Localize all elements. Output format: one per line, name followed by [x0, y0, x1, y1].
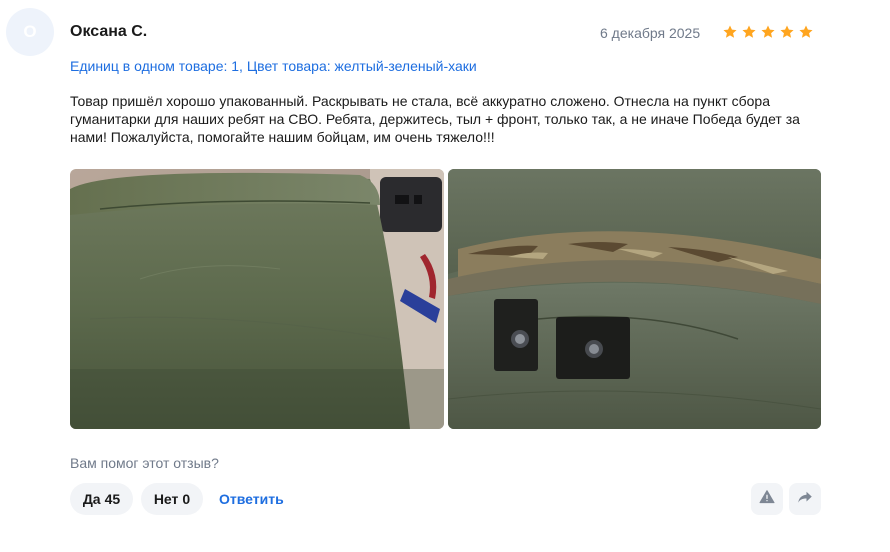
helpful-question: Вам помог этот отзыв?: [70, 455, 219, 471]
report-button[interactable]: [751, 483, 783, 515]
product-variant: Единиц в одном товаре: 1, Цвет товара: ж…: [70, 58, 477, 74]
star-icon: [779, 24, 795, 40]
star-icon: [741, 24, 757, 40]
vote-no-count: 0: [182, 491, 191, 507]
star-icon: [722, 24, 738, 40]
star-icon: [798, 24, 814, 40]
author-name[interactable]: Оксана С.: [70, 23, 147, 41]
avatar[interactable]: О: [6, 8, 54, 56]
reply-button[interactable]: Ответить: [219, 491, 284, 507]
vote-yes-count: 45: [104, 491, 121, 507]
vote-no-label: Нет: [153, 491, 179, 507]
rating-stars: [722, 24, 814, 40]
warning-icon: [759, 489, 775, 510]
review-photo[interactable]: [448, 169, 821, 429]
vote-yes-label: Да: [82, 491, 101, 507]
vote-no-button[interactable]: Нет 0: [141, 483, 203, 515]
star-icon: [760, 24, 776, 40]
share-button[interactable]: [789, 483, 821, 515]
review-date: 6 декабря 2025: [600, 25, 701, 41]
review-text: Товар пришёл хорошо упакованный. Раскрыв…: [70, 93, 800, 145]
review-card: О Оксана С. 6 декабря 2025 Единиц в одно…: [0, 0, 890, 552]
review-photo[interactable]: [70, 169, 444, 429]
avatar-initial: О: [23, 22, 37, 41]
share-icon: [796, 488, 814, 511]
vote-yes-button[interactable]: Да 45: [70, 483, 133, 515]
